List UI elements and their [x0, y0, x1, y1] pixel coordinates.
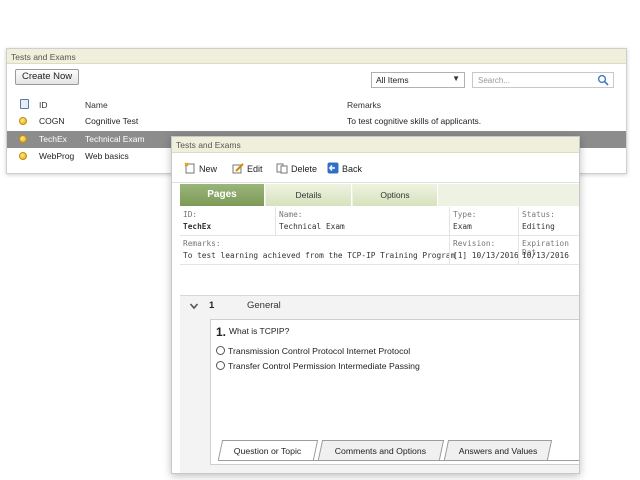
column-header-id[interactable]: ID — [39, 100, 48, 110]
revision-label: Revision: — [453, 239, 496, 248]
new-button[interactable]: New — [184, 162, 217, 175]
status-value: Editing — [522, 222, 555, 231]
id-value: TechEx — [183, 222, 212, 231]
search-placeholder: Search... — [478, 76, 511, 85]
expiration-label: Expiration Dat — [522, 239, 569, 257]
new-page-icon — [184, 162, 195, 174]
filter-value: All Items — [376, 75, 409, 85]
search-input[interactable]: Search... — [472, 72, 614, 88]
question-section: 1 General 1. What is TCPIP? Transmission… — [180, 295, 579, 473]
back-button[interactable]: Back — [327, 162, 362, 175]
tab-options[interactable]: Options — [353, 184, 438, 206]
question-number: 1. — [216, 325, 227, 339]
window-title: Tests and Exams — [172, 137, 579, 153]
section-number: 1 — [209, 300, 215, 311]
clipboard-icon — [20, 99, 29, 109]
edit-label: Edit — [247, 164, 263, 174]
row-remarks: To test cognitive skills of applicants. — [347, 116, 482, 126]
radio-button[interactable] — [216, 361, 225, 370]
remarks-field: Remarks: To test learning achieved from … — [183, 239, 455, 260]
question-tabs: Question or Topic Comments and Options A… — [217, 440, 579, 462]
tab-pages[interactable]: Pages — [180, 184, 265, 206]
option-label: Transfer Control Permission Intermediate… — [228, 361, 420, 371]
row-name: Cognitive Test — [85, 116, 139, 126]
status-dot-icon — [19, 135, 27, 143]
new-label: New — [199, 164, 218, 174]
expiration-value: 10/13/2016 — [522, 251, 569, 260]
info-row: Remarks: To test learning achieved from … — [180, 236, 579, 265]
exam-info-panel: ID: TechEx Name: Technical Exam Type: Ex… — [180, 207, 579, 265]
column-header-remarks[interactable]: Remarks — [347, 100, 381, 110]
id-label: ID: — [183, 210, 198, 219]
name-label: Name: — [279, 210, 303, 219]
row-id: TechEx — [39, 134, 67, 144]
revision-value: [1] 10/13/2016 — [453, 251, 519, 260]
window-title: Tests and Exams — [7, 49, 626, 64]
expiration-field: Expiration Dat 10/13/2016 — [522, 239, 579, 260]
row-name: Technical Exam — [85, 134, 145, 144]
name-field: Name: Technical Exam — [279, 210, 345, 231]
tab-label: Answers and Values — [458, 446, 538, 456]
type-field: Type: Exam — [453, 210, 476, 231]
tab-label: Question or Topic — [234, 446, 302, 456]
tab-answers-and-values[interactable]: Answers and Values — [443, 440, 553, 460]
search-icon[interactable] — [597, 74, 609, 86]
question-text: What is TCPIP? — [229, 326, 290, 336]
section-header[interactable]: 1 General — [180, 296, 579, 316]
section-name: General — [247, 300, 281, 311]
revision-field: Revision: [1] 10/13/2016 — [453, 239, 519, 260]
type-value: Exam — [453, 222, 472, 231]
delete-icon — [276, 163, 288, 174]
row-name: Web basics — [85, 151, 129, 161]
id-field: ID: TechEx — [183, 210, 211, 231]
status-dot-icon — [19, 117, 27, 125]
answer-option[interactable]: Transfer Control Permission Intermediate… — [216, 361, 420, 371]
tab-comments-and-options[interactable]: Comments and Options — [317, 440, 445, 460]
option-label: Transmission Control Protocol Internet P… — [228, 346, 411, 356]
name-value: Technical Exam — [279, 222, 345, 231]
column-header-name[interactable]: Name — [85, 100, 108, 110]
filter-select[interactable]: All Items ▼ — [371, 72, 465, 88]
row-id: WebProg — [39, 151, 75, 161]
table-row[interactable]: COGN Cognitive Test To test cognitive sk… — [7, 113, 626, 130]
status-dot-icon — [19, 152, 27, 160]
tab-label: Comments and Options — [335, 446, 427, 456]
back-label: Back — [342, 164, 363, 174]
tab-question-or-topic[interactable]: Question or Topic — [217, 440, 319, 460]
question-card: 1. What is TCPIP? Transmission Control P… — [210, 319, 579, 465]
type-label: Type: — [453, 210, 477, 219]
edit-button[interactable]: Edit — [232, 162, 263, 175]
row-id: COGN — [39, 116, 65, 126]
create-now-button[interactable]: Create Now — [15, 69, 80, 85]
chevron-down-icon[interactable] — [188, 300, 200, 312]
delete-label: Delete — [291, 164, 318, 174]
table-header: ID Name Remarks — [7, 99, 626, 112]
tabs-baseline — [218, 460, 579, 461]
remarks-label: Remarks: — [183, 239, 221, 248]
test-detail-window: Tests and Exams New Edit Delete Back Pag… — [171, 136, 580, 474]
answer-option[interactable]: Transmission Control Protocol Internet P… — [216, 346, 410, 356]
detail-tabs: Pages Details Options — [180, 184, 579, 206]
chevron-down-icon: ▼ — [452, 74, 460, 83]
status-label: Status: — [522, 210, 555, 219]
radio-button[interactable] — [216, 346, 225, 355]
edit-pencil-icon — [232, 163, 244, 174]
detail-toolbar: New Edit Delete Back — [172, 153, 579, 183]
info-row: ID: TechEx Name: Technical Exam Type: Ex… — [180, 207, 579, 236]
delete-button[interactable]: Delete — [276, 162, 317, 175]
tab-details[interactable]: Details — [266, 184, 352, 206]
back-arrow-icon — [327, 162, 339, 174]
remarks-value: To test learning achieved from the TCP-I… — [183, 251, 456, 260]
status-field: Status: Editing — [522, 210, 555, 231]
